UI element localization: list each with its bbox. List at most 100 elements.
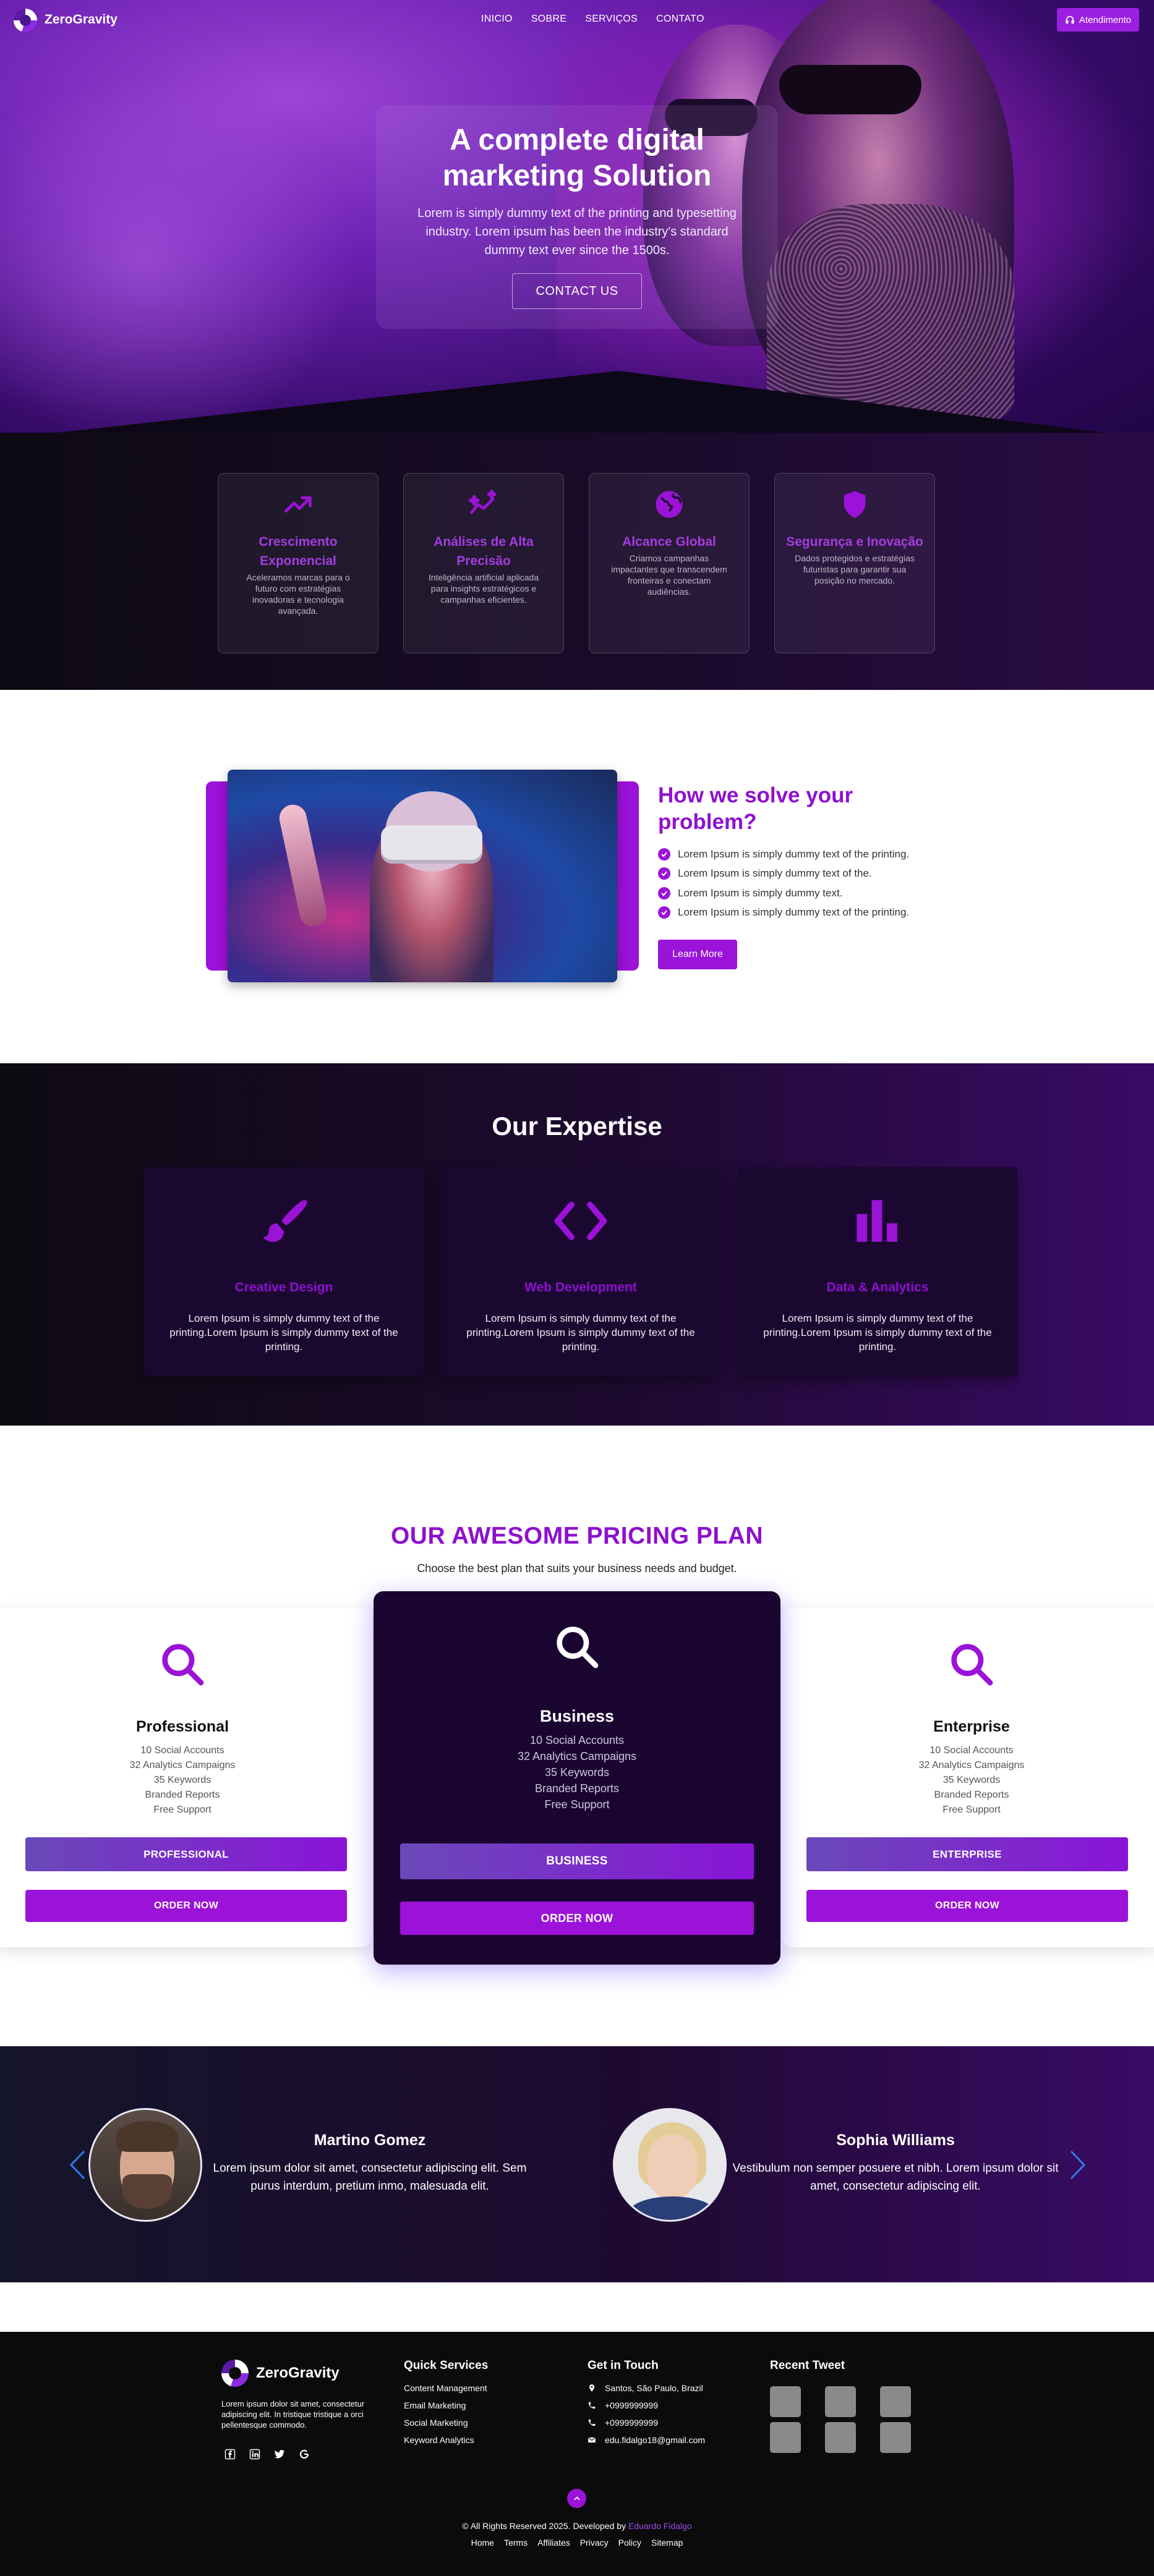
expertise-card-text: Lorem Ipsum is simply dummy text of the … (466, 1312, 695, 1353)
footer-services-title: Quick Services (404, 2359, 489, 2372)
features-row: Crescimento Exponencial Aceleramos marca… (218, 473, 935, 653)
expertise-title: Our Expertise (492, 1112, 662, 1141)
brand-name[interactable]: ZeroGravity (45, 12, 118, 27)
footer-link-sitemap[interactable]: Sitemap (651, 2538, 683, 2548)
support-button[interactable]: Atendimento (1057, 8, 1139, 32)
support-button-label: Atendimento (1079, 14, 1132, 25)
plan-button-enterprise[interactable]: ENTERPRISE (806, 1837, 1128, 1871)
expertise-card-title: Creative Design (234, 1280, 333, 1294)
footer-service-link[interactable]: Social Marketing (404, 2414, 487, 2431)
order-now-button[interactable]: ORDER NOW (400, 1902, 754, 1935)
feature-card: Crescimento Exponencial Aceleramos marca… (218, 473, 378, 653)
shield-icon (844, 491, 866, 518)
footer-service-link[interactable]: Content Management (404, 2379, 487, 2397)
chevron-right-icon[interactable] (1069, 2149, 1087, 2181)
tweet-thumbnail[interactable] (770, 2422, 801, 2453)
google-icon[interactable] (298, 2448, 310, 2460)
plan-feature: 32 Analytics Campaigns (129, 1760, 236, 1770)
footer-services-list: Content Management Email Marketing Socia… (404, 2379, 487, 2449)
feature-card: Segurança e Inovação Dados protegidos e … (774, 473, 935, 653)
footer-service-link[interactable]: Keyword Analytics (404, 2431, 487, 2449)
recent-tweets-grid (770, 2386, 911, 2453)
contact-address: Santos, São Paulo, Brazil (605, 2383, 703, 2393)
twitter-icon[interactable] (273, 2448, 286, 2460)
trending-up-icon (284, 496, 312, 513)
vr-image-arm (276, 802, 330, 929)
testimonial-text: Vestibulum non semper posuere et nibh. L… (732, 2162, 1059, 2193)
check-circle-icon (658, 848, 670, 861)
main-nav: INICIO SOBRE SERVIÇOS CONTATO (481, 14, 704, 25)
footer-about-text: Lorem ipsum dolor sit amet, consectetur … (221, 2399, 365, 2429)
footer-link-terms[interactable]: Terms (504, 2538, 528, 2548)
pricing-card-enterprise: Enterprise 10 Social Accounts 32 Analyti… (782, 1607, 1154, 1947)
footer-link-affiliates[interactable]: Affiliates (537, 2538, 570, 2548)
check-circle-icon (658, 886, 670, 899)
social-links (224, 2448, 310, 2460)
tweet-thumbnail[interactable] (825, 2422, 856, 2453)
expertise-card: Data & Analytics Lorem Ipsum is simply d… (738, 1167, 1017, 1376)
footer-link-policy[interactable]: Policy (618, 2538, 641, 2548)
contact-us-button[interactable]: CONTACT US (512, 273, 642, 309)
expertise-card-text: Lorem Ipsum is simply dummy text of the … (763, 1312, 992, 1353)
plan-button-professional[interactable]: PROFESSIONAL (25, 1837, 347, 1871)
expertise-card-text: Lorem Ipsum is simply dummy text of the … (169, 1312, 398, 1353)
learn-more-button[interactable]: Learn More (658, 940, 737, 969)
feature-title: Análises de Alta Precisão (434, 535, 534, 568)
tweet-thumbnail[interactable] (770, 2386, 801, 2417)
plan-feature: Free Support (942, 1804, 1001, 1815)
tweet-thumbnail[interactable] (880, 2422, 911, 2453)
expertise-card: Web Development Lorem Ipsum is simply du… (441, 1167, 720, 1376)
linkedin-icon[interactable] (249, 2448, 261, 2460)
footer-links: Home Terms Affiliates Privacy Policy Sit… (0, 2538, 1154, 2548)
copyright: © All Rights Reserved 2025. Developed by… (0, 2521, 1154, 2531)
solve-item-text: Lorem Ipsum is simply dummy text. (678, 886, 843, 899)
brand-logo-icon[interactable] (221, 2360, 249, 2387)
plan-feature: 35 Keywords (153, 1775, 212, 1785)
footer-contact-title: Get in Touch (588, 2359, 659, 2372)
plan-feature: 35 Keywords (544, 1766, 610, 1779)
plan-feature: 32 Analytics Campaigns (517, 1750, 637, 1762)
list-item: Lorem Ipsum is simply dummy text of the … (658, 903, 909, 923)
search-icon (557, 1626, 599, 1668)
footer-service-link[interactable]: Email Marketing (404, 2397, 487, 2414)
facebook-icon[interactable] (224, 2448, 236, 2460)
brand-logo-icon[interactable] (14, 9, 37, 32)
solve-item-text: Lorem Ipsum is simply dummy text of the … (678, 848, 910, 860)
solve-list: Lorem Ipsum is simply dummy text of the … (658, 844, 909, 922)
plan-feature: Branded Reports (145, 1790, 220, 1800)
nav-item-sobre[interactable]: SOBRE (531, 14, 567, 25)
order-now-button[interactable]: ORDER NOW (806, 1890, 1128, 1922)
phone-icon (588, 2402, 596, 2409)
footer-link-home[interactable]: Home (471, 2538, 494, 2548)
plan-feature: Free Support (544, 1798, 610, 1811)
footer-brand-name[interactable]: ZeroGravity (256, 2365, 340, 2382)
code-icon (554, 1201, 607, 1241)
tweet-thumbnail[interactable] (880, 2386, 911, 2417)
list-item: Lorem Ipsum is simply dummy text of the … (658, 844, 909, 864)
order-now-button[interactable]: ORDER NOW (25, 1890, 347, 1922)
chevron-up-icon (573, 2496, 580, 2500)
avatar (613, 2108, 727, 2222)
plan-feature: 32 Analytics Campaigns (918, 1760, 1025, 1770)
expertise-card: Creative Design Lorem Ipsum is simply du… (144, 1167, 424, 1376)
hero-image-hood (767, 204, 1014, 420)
plan-name: Enterprise (933, 1718, 1010, 1735)
plan-features: 10 Social Accounts 32 Analytics Campaign… (0, 1743, 372, 1817)
developer-link[interactable]: Eduardo Fidalgo (628, 2521, 692, 2531)
footer-link-privacy[interactable]: Privacy (580, 2538, 609, 2548)
back-to-top-button[interactable] (567, 2489, 586, 2508)
search-icon (162, 1644, 204, 1686)
avatar-beard (122, 2174, 172, 2209)
chevron-left-icon[interactable] (68, 2149, 87, 2181)
nav-item-contato[interactable]: CONTATO (656, 14, 704, 25)
expertise-card-title: Web Development (524, 1280, 637, 1294)
testimonial-name: Martino Gomez (314, 2132, 426, 2149)
check-circle-icon (658, 906, 670, 919)
nav-item-servicos[interactable]: SERVIÇOS (585, 14, 638, 25)
nav-item-inicio[interactable]: INICIO (481, 14, 513, 25)
tweet-thumbnail[interactable] (825, 2386, 856, 2417)
pricing-subtitle: Choose the best plan that suits your bus… (417, 1562, 737, 1575)
copyright-text: © All Rights Reserved 2025. Developed by (462, 2521, 626, 2531)
feature-text: Criamos campanhas impactantes que transc… (611, 553, 727, 597)
plan-button-business[interactable]: BUSINESS (400, 1843, 754, 1879)
